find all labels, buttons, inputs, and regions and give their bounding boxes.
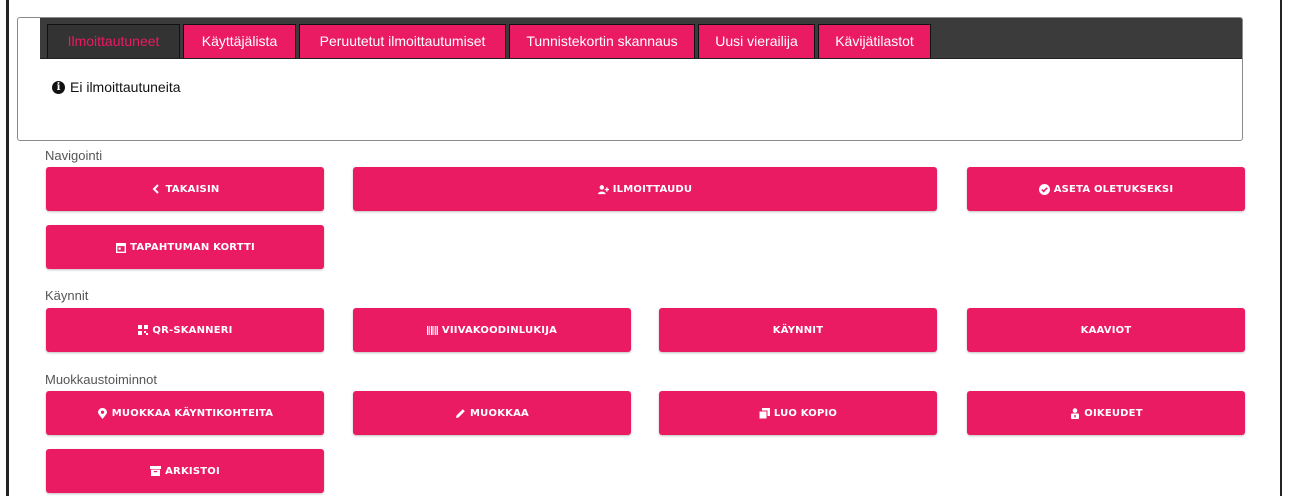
visits-button-label: KÄYNNIT: [772, 324, 824, 336]
empty-registrations-alert: i Ei ilmoittautuneita: [52, 79, 181, 95]
calendar-icon: [115, 242, 126, 253]
edit-button-label: MUOKKAA: [470, 407, 529, 419]
tab-new-visitor[interactable]: Uusi vierailija: [698, 24, 815, 58]
section-visits-label: Käynnit: [45, 288, 89, 303]
edit-visit-targets-button[interactable]: MUOKKAA KÄYNTIKOHTEITA: [46, 391, 324, 435]
tab-registered[interactable]: Ilmoittautuneet: [47, 24, 180, 58]
copy-icon: [758, 407, 770, 419]
charts-button[interactable]: KAAVIOT: [967, 308, 1245, 352]
tab-user-list[interactable]: Käyttäjälista: [183, 24, 296, 58]
copy-button-label: LUO KOPIO: [773, 407, 838, 419]
register-button-label: ILMOITTAUDU: [612, 183, 693, 195]
tab-id-card-scan[interactable]: Tunnistekortin skannaus: [509, 24, 695, 58]
edit-visit-targets-button-label: MUOKKAA KÄYNTIKOHTEITA: [111, 407, 274, 419]
pencil-icon: [455, 408, 466, 419]
section-navigation-label: Navigointi: [45, 148, 103, 163]
map-marker-icon: [97, 407, 108, 419]
section-editing-label: Muokkaustoiminnot: [45, 372, 157, 387]
permissions-button-label: OIKEUDET: [1084, 407, 1143, 419]
back-button-label: TAKAISIN: [165, 183, 220, 195]
barcode-icon: [426, 325, 438, 336]
archive-button-label: ARKISTOI: [165, 465, 220, 477]
edit-button[interactable]: MUOKKAA: [353, 391, 631, 435]
window-right-edge: [1280, 0, 1282, 496]
permissions-button[interactable]: OIKEUDET: [967, 391, 1245, 435]
user-lock-icon: [1069, 407, 1080, 419]
user-plus-icon: [597, 184, 609, 195]
qr-scanner-button-label: QR-SKANNERI: [152, 324, 233, 336]
barcode-reader-button[interactable]: VIIVAKOODINLUKIJA: [353, 308, 631, 352]
register-button[interactable]: ILMOITTAUDU: [353, 167, 937, 211]
tab-cancelled-registrations[interactable]: Peruutetut ilmoittautumiset: [299, 24, 506, 58]
info-circle-icon: i: [52, 80, 65, 94]
charts-button-label: KAAVIOT: [1080, 324, 1132, 336]
copy-button[interactable]: LUO KOPIO: [659, 391, 937, 435]
back-button[interactable]: TAKAISIN: [46, 167, 324, 211]
alert-text: Ei ilmoittautuneita: [70, 79, 181, 95]
set-default-button-label: ASETA OLETUKSEKSI: [1053, 183, 1174, 195]
qr-scanner-button[interactable]: QR-SKANNERI: [46, 308, 324, 352]
barcode-reader-button-label: VIIVAKOODINLUKIJA: [441, 324, 558, 336]
event-card-button-label: TAPAHTUMAN KORTTI: [130, 241, 255, 253]
chevron-left-icon: [151, 184, 162, 195]
tab-visitor-statistics[interactable]: Kävijätilastot: [818, 24, 931, 58]
check-circle-icon: [1038, 183, 1050, 195]
archive-icon: [150, 466, 162, 477]
archive-button[interactable]: ARKISTOI: [46, 449, 324, 493]
window-left-edge: [6, 0, 9, 496]
qrcode-icon: [137, 325, 148, 336]
tab-bar: Ilmoittautuneet Käyttäjälista Peruutetut…: [40, 18, 1242, 59]
registrations-panel: Ilmoittautuneet Käyttäjälista Peruutetut…: [17, 17, 1243, 141]
set-default-button[interactable]: ASETA OLETUKSEKSI: [967, 167, 1245, 211]
event-card-button[interactable]: TAPAHTUMAN KORTTI: [46, 225, 324, 269]
visits-button[interactable]: KÄYNNIT: [659, 308, 937, 352]
